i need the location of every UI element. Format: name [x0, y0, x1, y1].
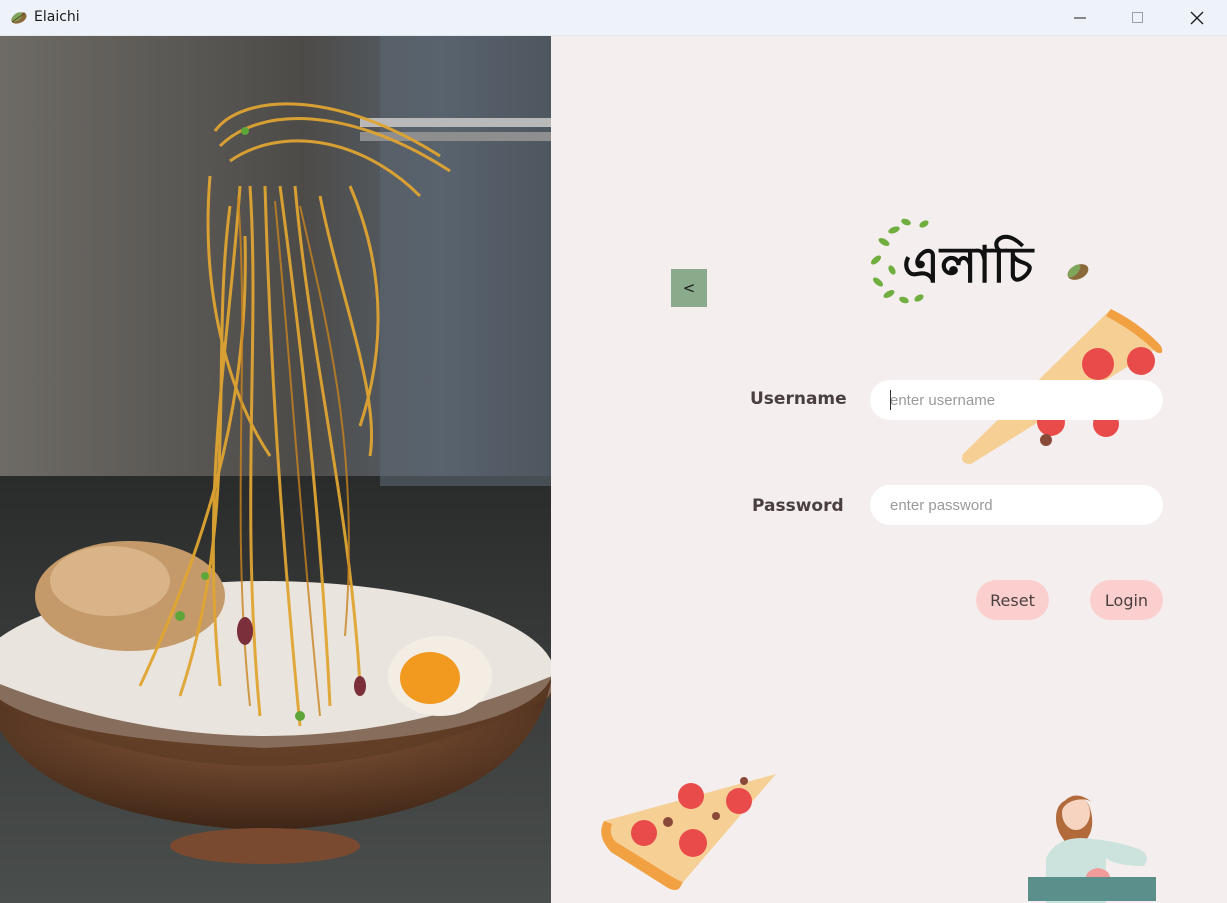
- back-button[interactable]: <: [671, 269, 707, 307]
- cardamom-icon: [1067, 264, 1089, 280]
- cooking-girl-illustration: [1028, 795, 1156, 903]
- maximize-icon: [1132, 12, 1143, 23]
- username-label: Username: [750, 389, 847, 409]
- logo-text: এলাচি: [902, 235, 1035, 294]
- text-caret: [890, 390, 891, 410]
- login-button[interactable]: Login: [1090, 580, 1163, 620]
- app-window: Elaichi < এলাচি Username enter username …: [0, 0, 1227, 903]
- noodles-photo: [0, 36, 551, 903]
- cardamom-leaf-icon: [11, 12, 27, 24]
- title-bar: Elaichi: [0, 0, 1227, 36]
- noodles-illustration: [0, 36, 551, 903]
- username-input[interactable]: [870, 380, 1163, 420]
- close-button[interactable]: [1168, 0, 1226, 36]
- login-panel: < এলাচি Username enter username Password…: [551, 36, 1227, 903]
- window-title: Elaichi: [34, 9, 80, 25]
- maximize-button[interactable]: [1109, 0, 1167, 36]
- minimize-button[interactable]: [1051, 0, 1109, 36]
- minimize-icon: [1074, 17, 1086, 19]
- elaichi-logo: এলাচি: [864, 212, 1104, 312]
- password-label: Password: [752, 496, 844, 516]
- password-input[interactable]: [870, 485, 1163, 525]
- logo-graphic: এলাচি: [871, 218, 1089, 304]
- reset-button[interactable]: Reset: [976, 580, 1049, 620]
- close-icon: [1190, 11, 1204, 25]
- pizza-slice-bottom-icon: [601, 774, 776, 890]
